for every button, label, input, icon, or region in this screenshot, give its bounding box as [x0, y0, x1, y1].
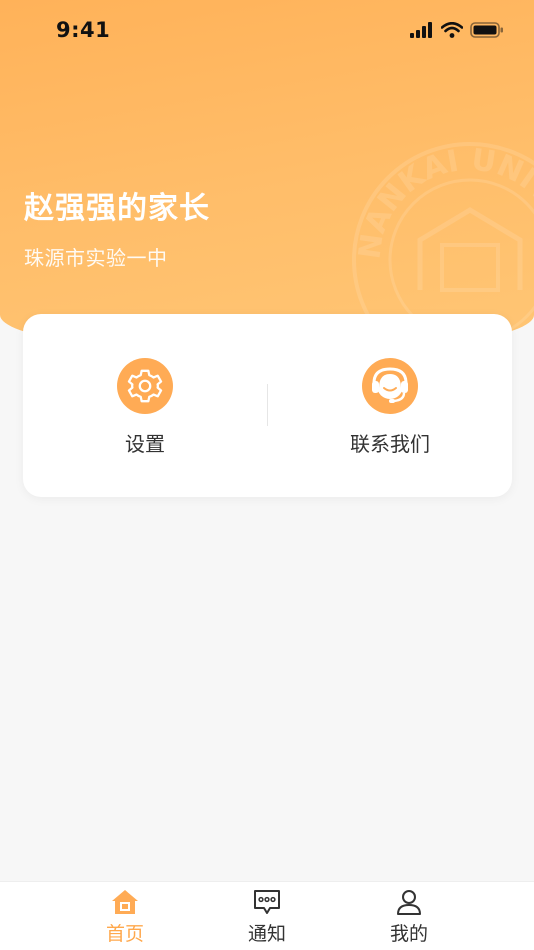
status-icons — [410, 22, 504, 38]
home-icon — [112, 890, 138, 914]
tab-home[interactable]: 首页 — [85, 888, 165, 946]
wifi-icon — [441, 22, 463, 38]
gear-icon — [127, 369, 163, 403]
status-time: 9:41 — [56, 18, 111, 42]
contact-icon-circle — [362, 358, 418, 414]
battery-icon — [470, 22, 503, 38]
card-divider — [267, 384, 268, 426]
settings-icon-circle — [117, 358, 173, 414]
contact-us-button[interactable]: 联系我们 — [290, 358, 490, 457]
message-icon — [254, 890, 280, 914]
status-bar: 9:41 — [0, 0, 534, 62]
bottom-tab-bar: 首页 通知 我的 — [0, 881, 534, 950]
user-icon — [397, 890, 421, 915]
tab-mine[interactable]: 我的 — [369, 888, 449, 946]
tab-notice[interactable]: 通知 — [227, 888, 307, 946]
quick-actions-card: 设置 联系我们 — [23, 314, 512, 497]
cellular-signal-icon — [410, 22, 432, 38]
parent-name: 赵强强的家长 — [24, 191, 210, 226]
tab-notice-label: 通知 — [247, 923, 286, 945]
tab-mine-label: 我的 — [389, 923, 428, 945]
settings-label: 设置 — [125, 432, 165, 456]
tab-home-label: 首页 — [105, 923, 144, 945]
headset-icon — [372, 367, 408, 403]
settings-button[interactable]: 设置 — [45, 358, 245, 457]
contact-us-label: 联系我们 — [350, 432, 430, 456]
school-name: 珠源市实验一中 — [24, 246, 168, 270]
